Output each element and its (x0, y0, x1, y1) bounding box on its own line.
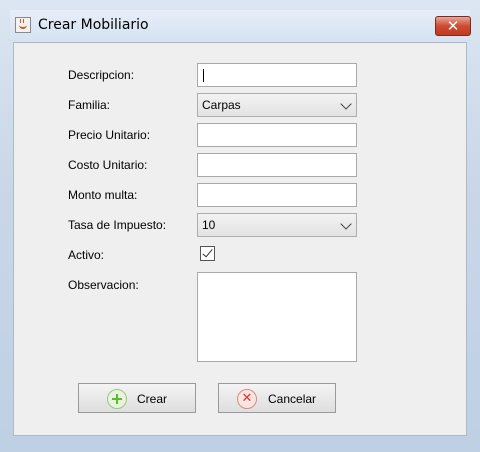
plus-icon (107, 389, 127, 409)
java-cup-icon (15, 17, 31, 33)
cancelar-button-label: Cancelar (268, 392, 317, 406)
chevron-down-icon (340, 218, 352, 230)
familia-label: Familia: (68, 98, 111, 112)
dialog-content: Descripcion: Familia: Carpas Precio Unit… (13, 42, 467, 436)
descripcion-label: Descripcion: (68, 68, 135, 82)
title-bar[interactable]: Crear Mobiliario ✕ (10, 10, 471, 42)
precio-unitario-label: Precio Unitario: (68, 128, 151, 142)
window-title: Crear Mobiliario (38, 17, 149, 33)
activo-checkbox[interactable] (200, 246, 215, 261)
close-button[interactable]: ✕ (435, 16, 471, 36)
costo-unitario-label: Costo Unitario: (68, 158, 148, 172)
monto-multa-label: Monto multa: (68, 188, 138, 202)
crear-button[interactable]: Crear (78, 383, 196, 413)
chevron-down-icon (340, 98, 352, 110)
cancelar-button[interactable]: ✕ Cancelar (218, 383, 336, 413)
familia-dropdown[interactable]: Carpas (197, 93, 357, 117)
activo-label: Activo: (68, 248, 105, 262)
cancel-icon: ✕ (237, 389, 257, 409)
text-caret (203, 69, 204, 82)
descripcion-input[interactable] (197, 63, 357, 87)
crear-button-label: Crear (137, 392, 168, 406)
observacion-label: Observacion: (68, 278, 139, 292)
tasa-impuesto-label: Tasa de Impuesto: (68, 218, 167, 232)
observacion-textarea[interactable] (197, 272, 357, 362)
familia-selected: Carpas (202, 98, 241, 112)
costo-unitario-input[interactable] (197, 153, 357, 177)
tasa-impuesto-dropdown[interactable]: 10 (197, 213, 357, 237)
precio-unitario-input[interactable] (197, 123, 357, 147)
tasa-impuesto-selected: 10 (202, 218, 216, 232)
monto-multa-input[interactable] (197, 183, 357, 207)
checkmark-icon (202, 246, 213, 258)
